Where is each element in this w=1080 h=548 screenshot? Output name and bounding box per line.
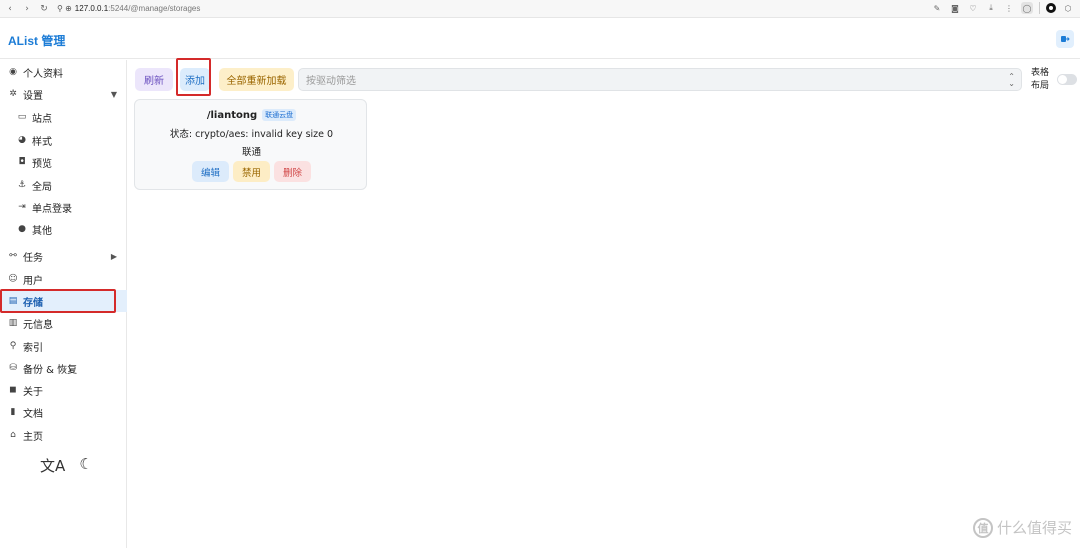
sidebar-item-label: 样式 bbox=[32, 136, 52, 148]
palette-icon: ◕ bbox=[18, 135, 26, 145]
sidebar-item-label: 任务 bbox=[23, 252, 43, 264]
database-icon: ▤ bbox=[8, 296, 18, 306]
sidebar-item-backup[interactable]: ⛁ 备份 & 恢复 bbox=[0, 357, 127, 379]
storage-mount-path: /liantong bbox=[206, 109, 258, 121]
extension-circle-icon[interactable] bbox=[1046, 3, 1056, 13]
sidebar-item-tasks[interactable]: ⚯ 任务 ▶ bbox=[0, 245, 127, 267]
sidebar-item-label: 备份 & 恢复 bbox=[23, 364, 78, 376]
search-icon: ⚲ bbox=[9, 341, 17, 351]
sidebar-item-other[interactable]: ● 其他 bbox=[0, 218, 127, 240]
storage-status: 状态: crypto/aes: invalid key size 0 bbox=[169, 129, 334, 140]
user-circle-icon: ☺ bbox=[8, 274, 18, 284]
route-icon: ⚯ bbox=[9, 251, 17, 261]
cube-icon[interactable]: ⬡ bbox=[1062, 2, 1074, 14]
driver-filter-select[interactable]: 按驱动筛选 ⌃ ⌄ bbox=[298, 68, 1022, 91]
logout-button[interactable] bbox=[1056, 30, 1074, 48]
refresh-button[interactable]: 刷新 bbox=[135, 68, 173, 91]
sidebar-item-users[interactable]: ☺ 用户 bbox=[0, 268, 127, 290]
sidebar-item-label: 站点 bbox=[32, 113, 52, 125]
storage-remark: 联通 bbox=[241, 147, 261, 158]
sidebar-item-label: 用户 bbox=[23, 275, 43, 287]
forward-icon[interactable]: › bbox=[20, 2, 34, 16]
screenshot-icon[interactable]: ◙ bbox=[949, 2, 961, 14]
url-path: :5244/@manage/storages bbox=[108, 4, 201, 13]
sidebar-item-label: 索引 bbox=[23, 342, 43, 354]
disable-button[interactable]: 禁用 bbox=[233, 161, 270, 182]
sidebar-item-metadata[interactable]: ▥ 元信息 bbox=[0, 312, 127, 334]
sidebar-item-home[interactable]: ⌂ 主页 bbox=[0, 424, 127, 446]
back-icon[interactable]: ‹ bbox=[3, 2, 17, 16]
book-icon: ▮ bbox=[10, 407, 16, 417]
sidebar-item-profile[interactable]: ◉ 个人资料 bbox=[0, 61, 127, 83]
sidebar-item-label: 关于 bbox=[23, 386, 43, 398]
page-title[interactable]: AList 管理 bbox=[8, 32, 65, 49]
add-storage-button[interactable]: 添加 bbox=[180, 68, 210, 91]
home-icon: ⌂ bbox=[10, 430, 16, 440]
database-backup-icon: ⛁ bbox=[9, 363, 17, 373]
watermark-text: 什么值得买 bbox=[996, 519, 1072, 537]
edit-button[interactable]: 编辑 bbox=[192, 161, 229, 182]
sidebar-item-settings[interactable]: ✲ 设置 ▼ bbox=[0, 83, 127, 105]
table-layout-label: 表格布局 bbox=[1031, 68, 1050, 91]
extensions-icon[interactable]: ⋮ bbox=[1003, 2, 1015, 14]
camera-icon: ◘ bbox=[18, 157, 26, 167]
sidebar-item-label: 主页 bbox=[23, 431, 43, 443]
login-icon: ⇥ bbox=[18, 202, 26, 212]
sidebar-item-label: 存储 bbox=[23, 297, 43, 309]
address-bar[interactable]: ⚲ ⊕ 127.0.0.1:5244/@manage/storages bbox=[57, 4, 200, 13]
sidebar: ◉ 个人资料 ✲ 设置 ▼ ▭ 站点 ◕ 样式 ◘ 预览 ⚓ 全局 ⇥ 单点登录… bbox=[0, 60, 127, 548]
chevron-down-icon[interactable]: ▼ bbox=[111, 90, 117, 99]
filter-placeholder: 按驱动筛选 bbox=[306, 76, 356, 87]
sidebar-item-style[interactable]: ◕ 样式 bbox=[0, 129, 127, 151]
divider bbox=[1039, 2, 1040, 14]
select-chevron-icon: ⌃ ⌄ bbox=[1008, 72, 1015, 88]
sidebar-item-label: 个人资料 bbox=[23, 68, 63, 80]
sidebar-item-label: 预览 bbox=[32, 158, 52, 170]
chevron-right-icon[interactable]: ▶ bbox=[111, 252, 117, 261]
url-host: 127.0.0.1 bbox=[74, 4, 109, 13]
app-header: AList 管理 bbox=[0, 19, 1080, 59]
gear-icon: ✲ bbox=[9, 89, 17, 99]
sidebar-item-sso[interactable]: ⇥ 单点登录 bbox=[0, 196, 127, 218]
sidebar-item-label: 其他 bbox=[32, 225, 52, 237]
logout-icon bbox=[1061, 36, 1070, 42]
favorite-icon[interactable]: ♡ bbox=[967, 2, 979, 14]
sidebar-item-about[interactable]: ◼ 关于 bbox=[0, 379, 127, 401]
sidebar-item-label: 元信息 bbox=[23, 319, 53, 331]
browser-toolbar: ‹ › ↻ ⚲ ⊕ 127.0.0.1:5244/@manage/storage… bbox=[0, 0, 1080, 18]
sidebar-item-index[interactable]: ⚲ 索引 bbox=[0, 335, 127, 357]
dark-mode-icon[interactable]: ☾ bbox=[79, 455, 92, 476]
sidebar-item-docs[interactable]: ▮ 文档 bbox=[0, 401, 127, 423]
language-icon[interactable]: 文A bbox=[40, 455, 65, 476]
sidebar-item-label: 设置 bbox=[23, 90, 43, 102]
download-icon[interactable]: ⤓ bbox=[985, 2, 997, 14]
ellipsis-icon: ● bbox=[18, 224, 26, 234]
site-info-icon[interactable]: ⚲ ⊕ bbox=[57, 4, 72, 13]
window-icon: ▭ bbox=[17, 112, 27, 122]
chat-icon: ◼ bbox=[9, 385, 17, 395]
reload-all-button[interactable]: 全部重新加载 bbox=[219, 68, 294, 91]
sidebar-item-label: 单点登录 bbox=[32, 203, 72, 215]
toggle-knob bbox=[1058, 75, 1067, 84]
storage-card: /liantong 联通云盘 状态: crypto/aes: invalid k… bbox=[134, 99, 367, 190]
sidebar-item-global[interactable]: ⚓ 全局 bbox=[0, 174, 127, 196]
sidebar-item-storages[interactable]: ▤ 存储 bbox=[0, 290, 127, 312]
table-layout-toggle[interactable] bbox=[1057, 74, 1077, 85]
metadata-icon: ▥ bbox=[8, 318, 18, 328]
watermark-logo-icon: 值 bbox=[972, 517, 993, 538]
driver-badge: 联通云盘 bbox=[262, 109, 297, 121]
watermark: 值 什么值得买 bbox=[972, 517, 1072, 538]
reload-icon[interactable]: ↻ bbox=[37, 2, 51, 16]
edit-icon[interactable]: ✎ bbox=[931, 2, 943, 14]
anchor-icon: ⚓ bbox=[17, 180, 27, 190]
delete-button[interactable]: 删除 bbox=[274, 161, 311, 182]
sidebar-item-label: 文档 bbox=[23, 408, 43, 420]
sidebar-item-preview[interactable]: ◘ 预览 bbox=[0, 151, 127, 173]
profile-icon[interactable]: ◯ bbox=[1021, 2, 1033, 14]
fingerprint-icon: ◉ bbox=[9, 67, 17, 77]
sidebar-item-label: 全局 bbox=[32, 181, 52, 193]
sidebar-item-site[interactable]: ▭ 站点 bbox=[0, 106, 127, 128]
